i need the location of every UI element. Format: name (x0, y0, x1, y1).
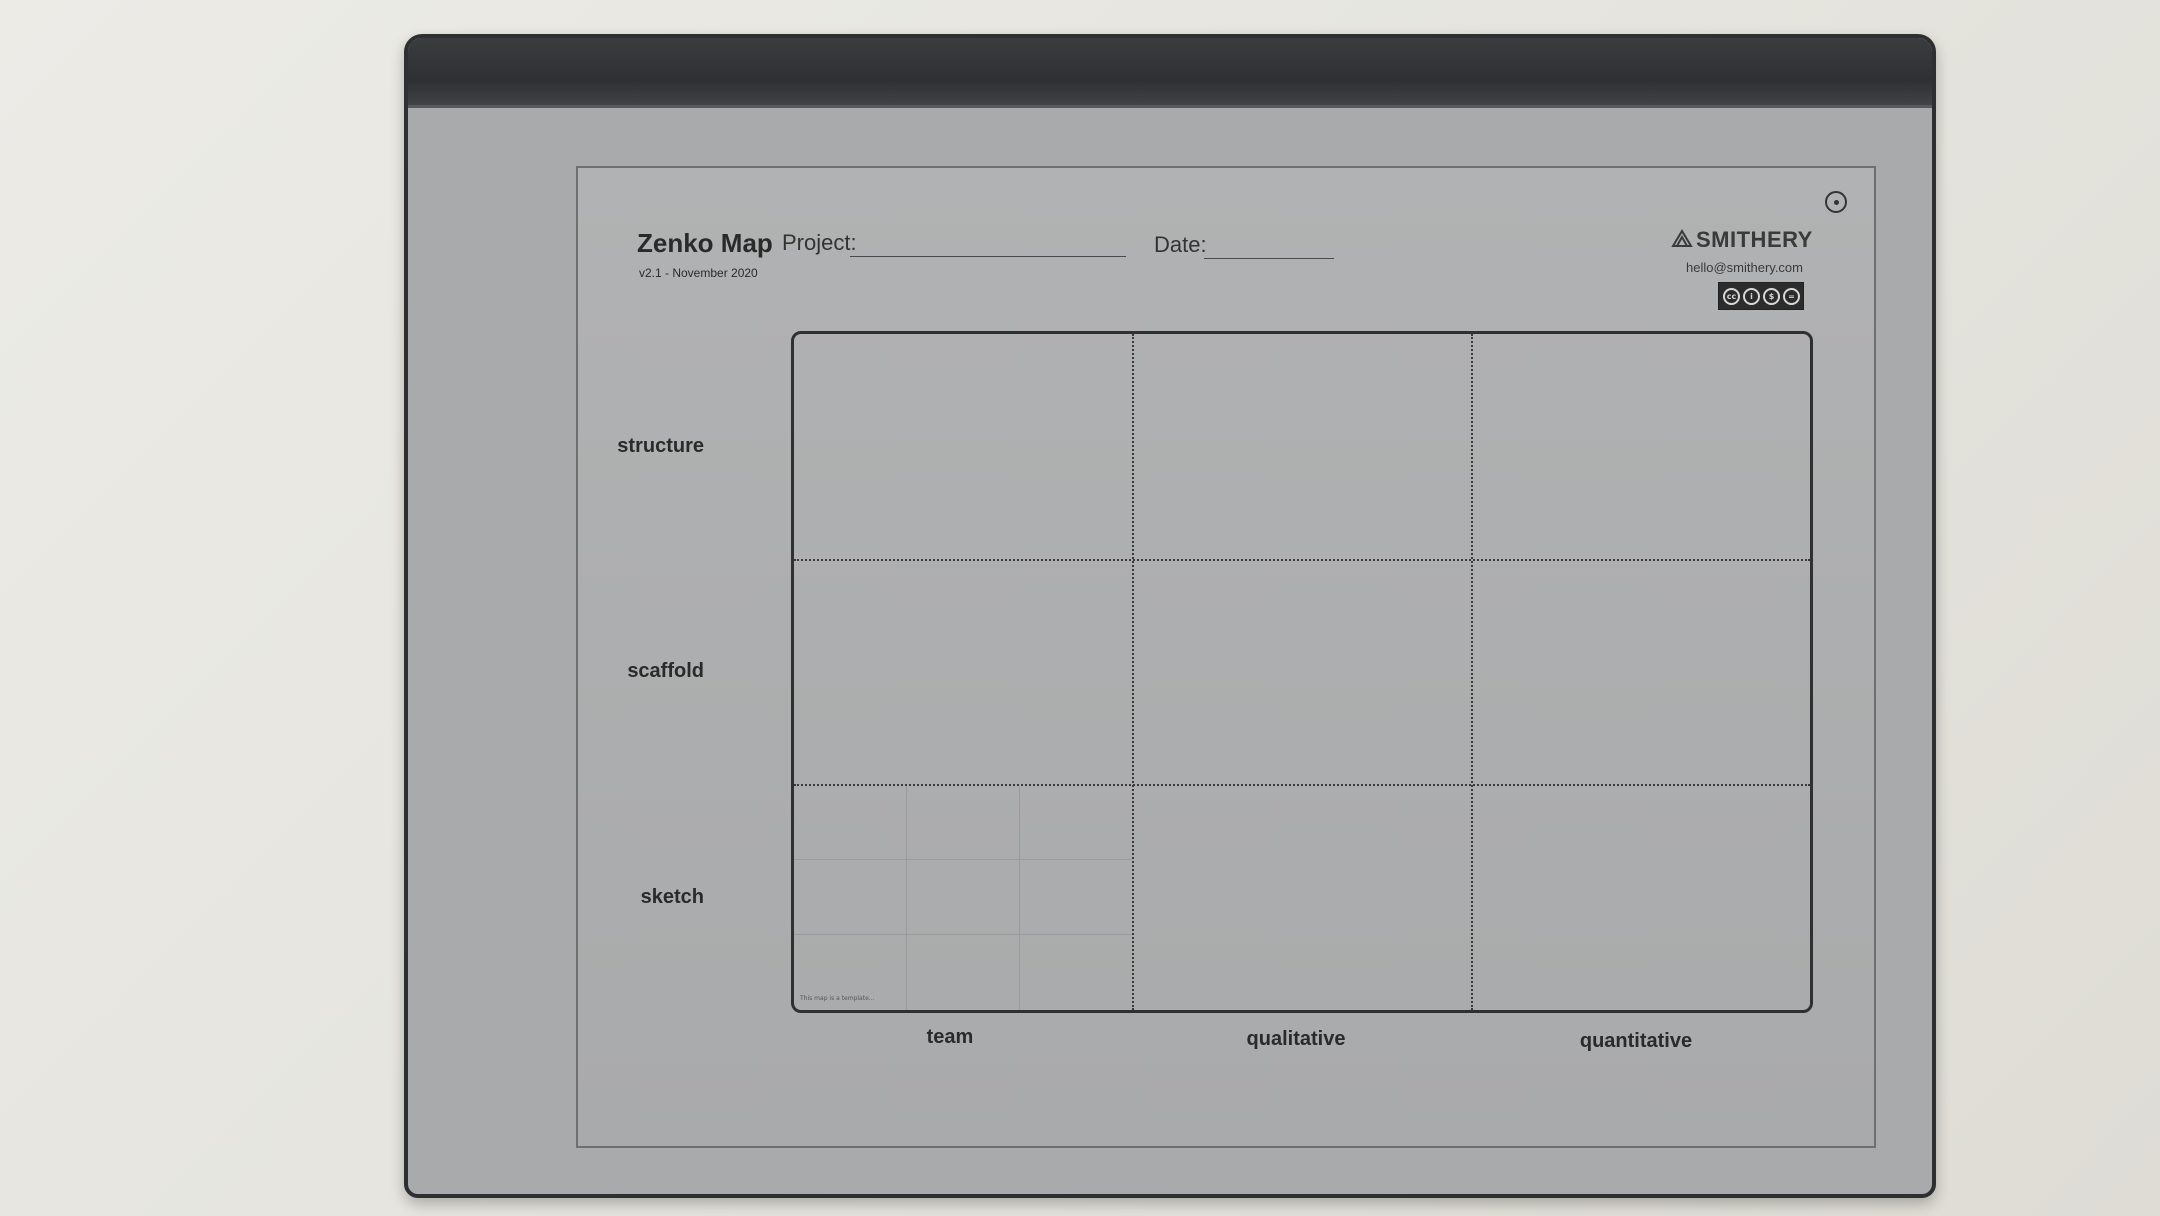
row-label-structure: structure (617, 435, 704, 457)
column-label-qualitative: qualitative (1246, 1028, 1346, 1050)
cc-license-badge: cc i $ = (1718, 282, 1804, 310)
sketch-subgrid-line (794, 934, 1132, 935)
row-label-sketch: sketch (640, 886, 704, 908)
column-label-team: team (926, 1026, 974, 1048)
attribution-icon: i (1743, 287, 1760, 305)
row-label-scaffold: scaffold (627, 660, 704, 682)
date-field[interactable] (1204, 258, 1334, 259)
circle-dot-icon[interactable] (1825, 191, 1847, 213)
smithery-logo-icon (1671, 229, 1693, 247)
row-divider (794, 784, 1810, 786)
row-divider (794, 559, 1810, 561)
corner-note: This map is a template... (800, 995, 875, 1002)
sketch-subgrid-line (794, 859, 1132, 860)
template-title: Zenko Map (637, 228, 773, 258)
template-version: v2.1 - November 2020 (639, 266, 758, 280)
noncommercial-icon: $ (1763, 287, 1780, 305)
tablet-top-bar (408, 38, 1932, 108)
column-label-quantitative: quantitative (1579, 1030, 1693, 1052)
project-label: Project: (782, 230, 857, 255)
brand-email: hello@smithery.com (1686, 260, 1803, 275)
brand-name: SMITHERY (1696, 227, 1813, 252)
date-label: Date: (1154, 232, 1207, 257)
column-divider (1471, 334, 1473, 1010)
e-ink-tablet: Zenko Map v2.1 - November 2020 Project: … (404, 34, 1936, 1198)
sketch-subgrid-line (1019, 786, 1020, 1010)
column-divider (1132, 334, 1134, 1010)
sketch-subgrid-line (906, 786, 907, 1010)
project-field[interactable] (850, 256, 1126, 257)
noderivatives-icon: = (1783, 287, 1800, 305)
cc-icon: cc (1723, 287, 1740, 305)
tablet-screen[interactable]: Zenko Map v2.1 - November 2020 Project: … (576, 166, 1876, 1148)
zenko-grid[interactable]: This map is a template... (791, 331, 1813, 1013)
